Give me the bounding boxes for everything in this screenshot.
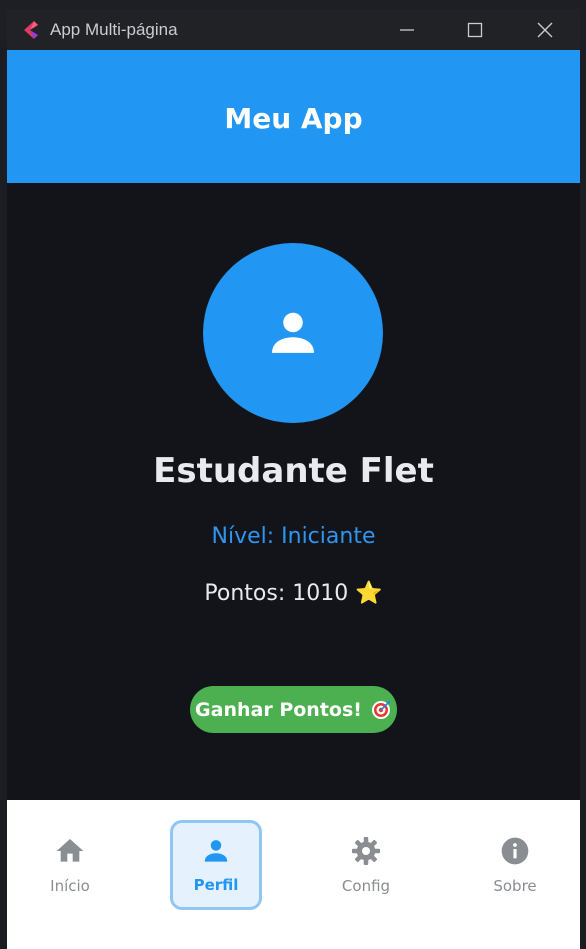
app-window: App Multi-página Meu App Estudante Flet … [7,9,580,949]
earn-points-button[interactable]: Ganhar Pontos! [190,686,397,733]
person-icon [272,312,314,353]
app-bar: Meu App [7,50,580,183]
nav-item-label: Perfil [193,876,239,894]
minimize-icon [400,28,414,31]
nav-item-profile[interactable]: Perfil [170,820,262,910]
background-window-edge-right [580,40,586,949]
nav-item-home[interactable]: Início [24,820,116,910]
window-title: App Multi-página [50,19,178,39]
info-icon [501,837,529,865]
profile-name: Estudante Flet [153,451,434,491]
nav-item-label: Config [341,877,391,895]
gear-icon [352,837,380,865]
avatar [203,243,383,423]
home-icon [56,839,84,862]
target-icon [371,700,390,719]
maximize-button[interactable] [445,9,505,50]
title-bar[interactable]: App Multi-página [7,9,580,50]
close-icon [537,22,553,37]
nav-item-config[interactable]: Config [320,820,412,910]
nav-item-label: Início [50,877,90,895]
earn-points-label: Ganhar Pontos! [195,698,362,721]
nav-item-about[interactable]: Sobre [469,820,561,910]
nav-item-label: Sobre [493,877,537,895]
person-icon [204,840,228,862]
minimize-button[interactable] [377,9,437,50]
flet-logo-icon [24,20,38,39]
profile-level: Nível: Iniciante [211,524,376,549]
app-bar-title: Meu App [224,101,363,135]
bottom-navigation-bar: Início Perfil Config Sobre [7,800,580,949]
profile-page: Estudante Flet Nível: Iniciante Pontos: … [7,183,580,800]
close-button[interactable] [515,9,575,50]
background-window-edge-left [0,40,7,949]
profile-points: Pontos: 1010 ⭐ [204,581,383,606]
maximize-icon [467,22,483,37]
